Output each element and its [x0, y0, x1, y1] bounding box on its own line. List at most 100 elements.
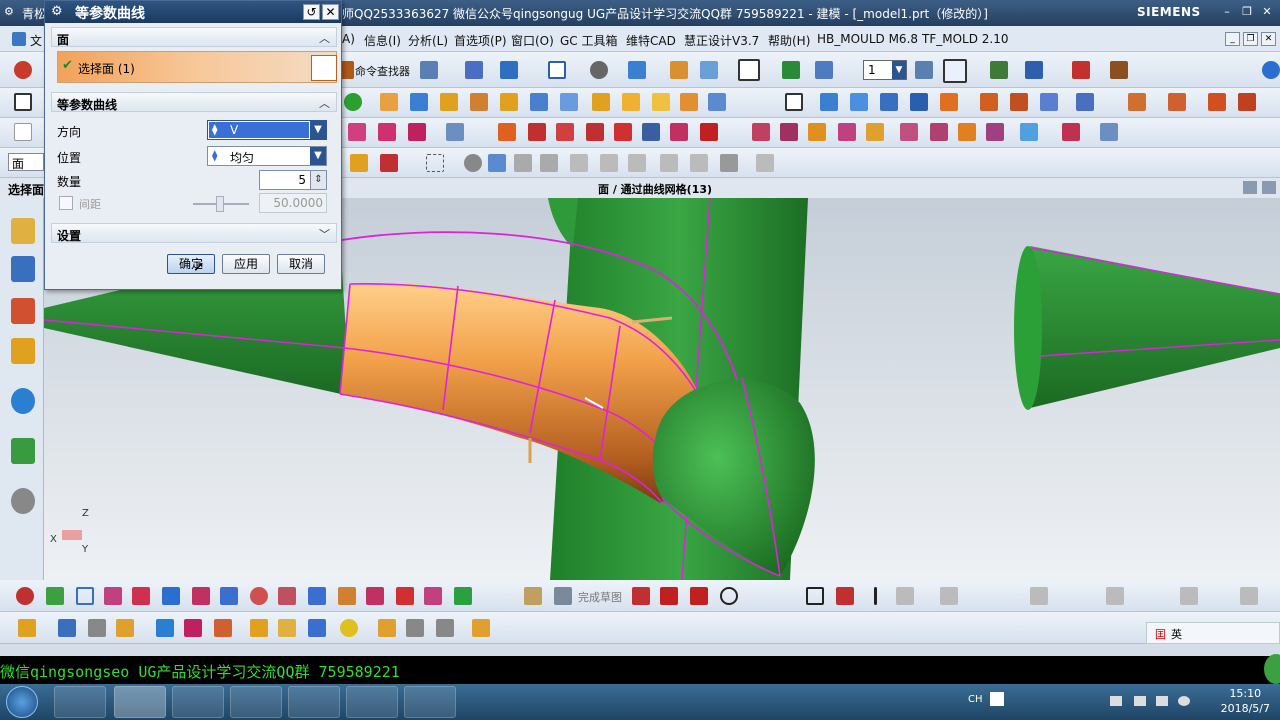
- wcs-icon[interactable]: [943, 59, 967, 83]
- language-indicator[interactable]: CH: [968, 694, 983, 705]
- count-spinner[interactable]: 5 ⇕: [259, 170, 327, 190]
- constraint-navigator-icon[interactable]: [11, 256, 35, 282]
- select-face-row[interactable]: ✔ 选择面 (1): [57, 51, 337, 83]
- block-icon[interactable]: [500, 93, 518, 111]
- gear-icon[interactable]: ⚙: [51, 4, 63, 19]
- copy-icon[interactable]: [156, 619, 174, 637]
- join-curve-icon[interactable]: [700, 123, 718, 141]
- spline-icon[interactable]: [378, 123, 396, 141]
- solid-icon[interactable]: [464, 154, 482, 172]
- sketch-icon[interactable]: [524, 587, 542, 605]
- restore-icon[interactable]: ❐: [1238, 4, 1256, 20]
- new-sketch-icon[interactable]: [14, 93, 32, 111]
- chevron-down-icon[interactable]: ▼: [310, 121, 326, 139]
- mesh4-icon[interactable]: [910, 93, 928, 111]
- extend-icon[interactable]: [1076, 93, 1094, 111]
- constraint-icon[interactable]: [1030, 587, 1048, 605]
- silhouette-icon[interactable]: [838, 123, 856, 141]
- snap-icon[interactable]: [465, 61, 483, 79]
- network-icon[interactable]: [1110, 696, 1122, 706]
- filter-select[interactable]: 面: [8, 153, 44, 171]
- zebra-icon[interactable]: [986, 123, 1004, 141]
- start-icon[interactable]: [14, 61, 32, 79]
- cancel-button[interactable]: 取消: [277, 254, 325, 274]
- unite-icon[interactable]: [1128, 93, 1146, 111]
- offset-curve-icon[interactable]: [556, 123, 574, 141]
- volume-icon[interactable]: [1156, 696, 1168, 706]
- snap-face-icon[interactable]: [720, 154, 738, 172]
- hole-icon[interactable]: [440, 93, 458, 111]
- position-select[interactable]: ⧫ 均匀 ▼: [207, 146, 327, 166]
- doc-close-icon[interactable]: ✕: [1261, 32, 1276, 46]
- shell-icon[interactable]: [680, 93, 698, 111]
- taskbar-app-nx[interactable]: [114, 686, 166, 718]
- measure-icon[interactable]: [1072, 61, 1090, 79]
- subtract-icon[interactable]: [1168, 93, 1186, 111]
- snap-ctrl-icon[interactable]: [570, 154, 588, 172]
- rectangle-icon[interactable]: [806, 587, 824, 605]
- chevron-down-icon[interactable]: ▼: [892, 61, 906, 79]
- rect-icon[interactable]: [785, 93, 803, 111]
- close-icon[interactable]: ✕: [1258, 4, 1276, 20]
- snap-quad-icon[interactable]: [660, 154, 678, 172]
- dimension-icon[interactable]: [1106, 587, 1124, 605]
- profile-icon[interactable]: [632, 587, 650, 605]
- orient-icon[interactable]: [670, 61, 688, 79]
- split-view-icon[interactable]: [308, 587, 326, 605]
- history-icon[interactable]: [11, 438, 35, 464]
- draft-icon[interactable]: [708, 93, 726, 111]
- taskbar-app-powerpoint[interactable]: [230, 686, 282, 718]
- apply-button[interactable]: 应用: [222, 254, 270, 274]
- cube-view-icon[interactable]: [628, 61, 646, 79]
- section-face[interactable]: 面 ︿: [51, 27, 337, 47]
- taskbar-app-1[interactable]: [54, 686, 106, 718]
- reuse-library-icon[interactable]: [11, 338, 35, 364]
- extrude-icon[interactable]: [380, 93, 398, 111]
- pin-icon[interactable]: [378, 619, 396, 637]
- divide-curve-icon[interactable]: [670, 123, 688, 141]
- taskbar-app-cad[interactable]: [346, 686, 398, 718]
- chevron-down-icon[interactable]: ﹀: [319, 226, 330, 242]
- sketch-settings-icon[interactable]: [1180, 587, 1198, 605]
- layer-select[interactable]: 1 ▼: [863, 60, 907, 80]
- finish-sketch-label[interactable]: 完成草图: [578, 589, 622, 605]
- text-curve-icon[interactable]: [446, 123, 464, 141]
- sketch-line-icon[interactable]: [660, 587, 678, 605]
- menu-item-window[interactable]: 窗口(O): [511, 32, 554, 49]
- split-icon[interactable]: [1238, 93, 1256, 111]
- blend-icon[interactable]: [622, 93, 640, 111]
- right-cone-mouth[interactable]: [1014, 246, 1042, 410]
- cylinder-icon[interactable]: [530, 93, 548, 111]
- layers-icon[interactable]: [58, 619, 76, 637]
- menu-item-info[interactable]: 信息(I): [364, 32, 401, 49]
- cross-icon[interactable]: [116, 619, 134, 637]
- doc-minimize-icon[interactable]: _: [1225, 32, 1240, 46]
- snap-point-on-icon[interactable]: [690, 154, 708, 172]
- mesh-icon[interactable]: [820, 93, 838, 111]
- surface-icon[interactable]: [420, 61, 438, 79]
- taskbar-app-tool[interactable]: [404, 686, 456, 718]
- line-icon[interactable]: [14, 123, 32, 141]
- menu-item-weite-cad[interactable]: 维特CAD: [626, 32, 676, 49]
- section-settings[interactable]: 设置 ﹀: [51, 223, 337, 243]
- snap-center-icon[interactable]: [628, 154, 646, 172]
- spacing-slider-thumb[interactable]: [216, 196, 224, 212]
- chevron-down-icon[interactable]: ▼: [310, 147, 326, 165]
- menu-item-tf-mold[interactable]: TF_MOLD 2.10: [922, 32, 1009, 46]
- mesh2-icon[interactable]: [850, 93, 868, 111]
- grid-view-icon[interactable]: [104, 587, 122, 605]
- snap-point-icon[interactable]: [990, 61, 1008, 79]
- move-icon[interactable]: [782, 61, 800, 79]
- puzzle-icon[interactable]: [308, 619, 326, 637]
- menu-item-preferences[interactable]: 首选项(P): [454, 32, 507, 49]
- connect-icon[interactable]: [250, 619, 268, 637]
- eraser-icon[interactable]: [424, 587, 442, 605]
- link-icon[interactable]: [278, 619, 296, 637]
- frame-icon[interactable]: [192, 587, 210, 605]
- patch-icon[interactable]: [1040, 93, 1058, 111]
- point-icon[interactable]: [344, 93, 362, 111]
- viewport-max-icon[interactable]: [1243, 181, 1257, 194]
- ruler-icon[interactable]: [1110, 61, 1128, 79]
- intersect-icon[interactable]: [1208, 93, 1226, 111]
- more-icon[interactable]: [1240, 587, 1258, 605]
